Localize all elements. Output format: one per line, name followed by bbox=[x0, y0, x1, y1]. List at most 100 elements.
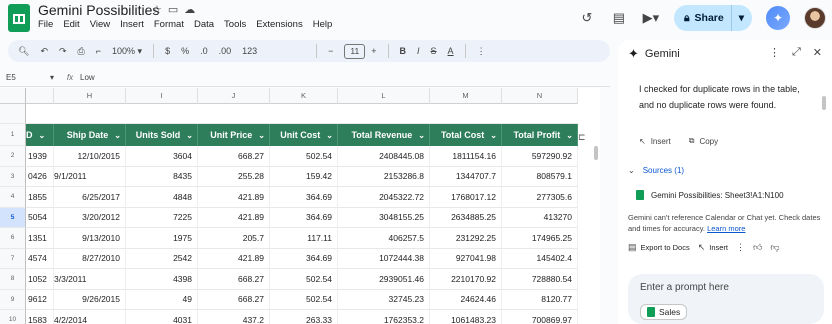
menu-help[interactable]: Help bbox=[313, 19, 333, 30]
source-item[interactable]: Gemini Possibilities: Sheet3!A1:N100 bbox=[636, 190, 784, 200]
thumbs-up-icon[interactable]: 👍︎ bbox=[753, 242, 762, 253]
table-cell[interactable]: 1762353.2 bbox=[338, 310, 430, 324]
table-cell[interactable]: 6/25/2017 bbox=[54, 187, 126, 208]
font-size-input[interactable]: 11 bbox=[344, 43, 366, 59]
table-cell[interactable]: 364.69 bbox=[270, 187, 338, 208]
table-cell[interactable]: 502.54 bbox=[270, 269, 338, 290]
bold-button[interactable]: B bbox=[400, 46, 407, 56]
row-header[interactable]: 5 bbox=[0, 207, 26, 228]
chevron-down-icon[interactable]: ⌄ bbox=[114, 131, 121, 140]
table-cell[interactable]: 9/13/2010 bbox=[54, 228, 126, 249]
sources-toggle[interactable]: ⌄ Sources (1) bbox=[628, 166, 684, 175]
table-cell[interactable]: 3/3/2011 bbox=[54, 269, 126, 290]
percent-format-button[interactable]: % bbox=[181, 46, 189, 56]
table-cell[interactable]: 437.2 bbox=[198, 310, 270, 324]
table-cell[interactable]: 159.42 bbox=[270, 166, 338, 187]
table-cell[interactable]: 927041.98 bbox=[430, 248, 502, 269]
menu-format[interactable]: Format bbox=[154, 19, 184, 30]
more-options-icon[interactable]: ⋮ bbox=[477, 46, 486, 57]
table-cell[interactable]: 2408445.08 bbox=[338, 146, 430, 167]
table-column-header[interactable]: Total Revenue ⌄ bbox=[338, 124, 430, 146]
table-cell[interactable]: 8435 bbox=[126, 166, 198, 187]
column-header[interactable]: M bbox=[430, 88, 502, 104]
more-vert-icon[interactable]: ⋮ bbox=[736, 242, 745, 253]
table-cell[interactable]: 8120.77 bbox=[502, 289, 578, 310]
number-format-button[interactable]: 123 bbox=[242, 46, 257, 56]
print-icon[interactable]: ⎙ bbox=[78, 46, 85, 57]
row-header[interactable]: 8 bbox=[0, 269, 26, 290]
table-column-header[interactable]: Unit Price ⌄ bbox=[198, 124, 270, 146]
table-cell[interactable]: 2939051.46 bbox=[338, 269, 430, 290]
table-cell[interactable]: 1811154.16 bbox=[430, 146, 502, 167]
row-header[interactable]: 10 bbox=[0, 310, 26, 324]
table-cell[interactable]: 231292.25 bbox=[430, 228, 502, 249]
menu-view[interactable]: View bbox=[90, 19, 110, 30]
table-column-header[interactable]: Ship Date ⌄ bbox=[54, 124, 126, 146]
table-cell[interactable]: 421.89 bbox=[198, 248, 270, 269]
paint-format-icon[interactable]: ⌐ bbox=[96, 46, 101, 56]
table-cell[interactable]: 9612 bbox=[26, 289, 54, 310]
comments-icon[interactable]: ▤ bbox=[610, 9, 628, 27]
table-column-header[interactable]: Total Profit ⌄ bbox=[502, 124, 578, 146]
table-cell[interactable]: 12/10/2015 bbox=[54, 146, 126, 167]
table-cell[interactable]: 1052 bbox=[26, 269, 54, 290]
name-box-dropdown-icon[interactable]: ▾ bbox=[50, 73, 54, 82]
prompt-box[interactable]: Enter a prompt here Sales bbox=[628, 274, 824, 324]
increase-font-size-button[interactable]: + bbox=[371, 46, 376, 56]
table-cell[interactable]: 2210170.92 bbox=[430, 269, 502, 290]
table-cell[interactable]: 255.28 bbox=[198, 166, 270, 187]
row-header[interactable]: 3 bbox=[0, 166, 26, 187]
table-column-header[interactable]: D ⌄ bbox=[26, 124, 54, 146]
chevron-down-icon[interactable]: ⌄ bbox=[418, 131, 425, 140]
table-cell[interactable]: 145402.4 bbox=[502, 248, 578, 269]
column-header[interactable]: K bbox=[270, 88, 338, 104]
row-header[interactable]: 2 bbox=[0, 146, 26, 167]
gemini-scrollbar[interactable] bbox=[822, 96, 826, 110]
table-cell[interactable]: 1344707.7 bbox=[430, 166, 502, 187]
menu-file[interactable]: File bbox=[38, 19, 53, 30]
chevron-down-icon[interactable]: ⌄ bbox=[186, 131, 193, 140]
table-cell[interactable]: 4398 bbox=[126, 269, 198, 290]
table-cell[interactable]: 2045322.72 bbox=[338, 187, 430, 208]
menu-extensions[interactable]: Extensions bbox=[256, 19, 302, 30]
column-header[interactable]: L bbox=[338, 88, 430, 104]
chevron-down-icon[interactable]: ⌄ bbox=[258, 131, 265, 140]
table-cell[interactable]: 1855 bbox=[26, 187, 54, 208]
close-icon[interactable]: ✕ bbox=[813, 46, 822, 59]
context-chip[interactable]: Sales bbox=[640, 304, 688, 320]
table-cell[interactable]: 413270 bbox=[502, 207, 578, 228]
italic-button[interactable]: I bbox=[417, 46, 420, 56]
table-cell[interactable]: 421.89 bbox=[198, 187, 270, 208]
table-cell[interactable]: 4031 bbox=[126, 310, 198, 324]
table-cell[interactable]: 700869.97 bbox=[502, 310, 578, 324]
table-cell[interactable]: 1768017.12 bbox=[430, 187, 502, 208]
decrease-font-size-button[interactable]: − bbox=[328, 46, 333, 56]
table-cell[interactable]: 1939 bbox=[26, 146, 54, 167]
chevron-down-icon[interactable]: ⌄ bbox=[326, 131, 333, 140]
avatar[interactable] bbox=[804, 7, 826, 29]
insert-secondary-button[interactable]: ↖ Insert bbox=[698, 242, 728, 253]
table-cell[interactable]: 3/20/2012 bbox=[54, 207, 126, 228]
more-vert-icon[interactable]: ⋮ bbox=[769, 46, 780, 59]
table-cell[interactable]: 4574 bbox=[26, 248, 54, 269]
table-cell[interactable]: 277305.6 bbox=[502, 187, 578, 208]
row-header[interactable]: 7 bbox=[0, 248, 26, 269]
currency-format-button[interactable]: $ bbox=[165, 46, 170, 56]
menu-insert[interactable]: Insert bbox=[120, 19, 144, 30]
menu-data[interactable]: Data bbox=[194, 19, 214, 30]
menu-tools[interactable]: Tools bbox=[224, 19, 246, 30]
select-all-corner[interactable] bbox=[0, 88, 26, 104]
table-cell[interactable]: 4848 bbox=[126, 187, 198, 208]
column-header[interactable]: I bbox=[126, 88, 198, 104]
table-cell[interactable]: 502.54 bbox=[270, 289, 338, 310]
table-options-icon[interactable]: ⊏ bbox=[578, 132, 586, 143]
table-cell[interactable]: 0426 bbox=[26, 166, 54, 187]
table-cell[interactable]: 9/1/2011 bbox=[54, 166, 126, 187]
row-header[interactable]: 9 bbox=[0, 289, 26, 310]
insert-button[interactable]: ↖ Insert bbox=[639, 136, 671, 146]
table-cell[interactable]: 5054 bbox=[26, 207, 54, 228]
table-cell[interactable]: 32745.23 bbox=[338, 289, 430, 310]
chevron-down-icon[interactable]: ⌄ bbox=[490, 131, 497, 140]
chevron-down-icon[interactable]: ⌄ bbox=[566, 131, 573, 140]
learn-more-link[interactable]: Learn more bbox=[707, 224, 745, 233]
